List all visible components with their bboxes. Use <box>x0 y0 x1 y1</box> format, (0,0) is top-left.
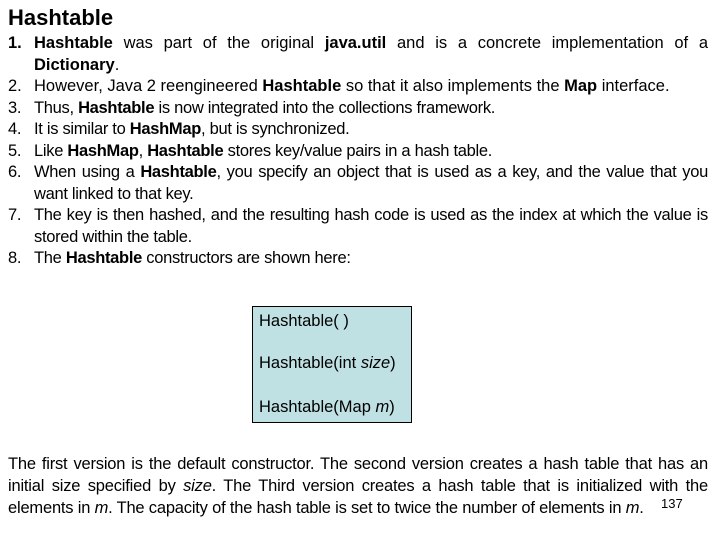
text-run: The key is then hashed, and the resultin… <box>34 206 708 246</box>
item-number: 4. <box>8 120 22 138</box>
text-run: Hashtable(int <box>259 354 361 372</box>
list-item: 2. However, Java 2 reengineered Hashtable… <box>8 76 708 98</box>
text-run: was part of the original <box>112 34 325 52</box>
bold-term: java.util <box>324 34 387 52</box>
item-number: 7. <box>8 206 22 224</box>
item-number: 6. <box>8 163 22 181</box>
item-number: 3. <box>8 98 22 117</box>
text-run: interface. <box>597 77 670 95</box>
item-text: The key is then hashed, and the resultin… <box>34 206 708 246</box>
list-item: 4. It is similar to HashMap, but is synch… <box>8 119 708 141</box>
item-text: When using a Hashtable, you specify an o… <box>34 163 708 203</box>
bold-term: Hashtable <box>65 249 142 267</box>
bullet-list: 1. Hashtable was part of the original jav… <box>8 33 708 270</box>
text-run: ) <box>389 398 395 416</box>
text-run: Hashtable( ) <box>259 312 349 330</box>
text-run: Like <box>34 141 68 160</box>
text-run: Hashtable(Map <box>259 398 376 416</box>
item-text: However, Java 2 reengineered Hashtable s… <box>34 77 670 95</box>
italic-term: m <box>625 498 640 517</box>
italic-term: m <box>375 398 390 416</box>
list-item: 5. Like HashMap, Hashtable stores key/val… <box>8 141 708 163</box>
text-run: constructors are shown here: <box>142 249 351 267</box>
explanation-paragraph: The first version is the default constru… <box>8 453 708 519</box>
item-text: Thus, Hashtable is now integrated into t… <box>34 99 495 117</box>
list-item: 3. Thus, Hashtable is now integrated into… <box>8 98 708 120</box>
text-run: However, Java 2 reengineered <box>34 77 263 95</box>
text-run: The <box>34 249 66 267</box>
page-number: 137 <box>661 496 683 511</box>
italic-term: m <box>94 498 109 517</box>
item-number: 8. <box>8 249 22 267</box>
bold-term: Hashtable <box>34 34 113 52</box>
bold-term: Hashtable <box>147 141 224 160</box>
text-run: When using a <box>34 163 141 181</box>
constructor-signature: Hashtable( ) <box>259 312 349 331</box>
text-run: It is similar to <box>34 120 130 138</box>
bold-term: Hashtable <box>140 163 217 181</box>
list-item: 7. The key is then hashed, and the result… <box>8 205 708 248</box>
text-run: , <box>138 141 148 160</box>
item-number: 2. <box>8 77 22 95</box>
text-run: and is a concrete implementation of a <box>386 34 708 52</box>
list-item: 8. The Hashtable constructors are shown h… <box>8 248 708 270</box>
text-run: , but is synchronized. <box>201 120 350 138</box>
item-text: The Hashtable constructors are shown her… <box>34 249 351 267</box>
item-text: It is similar to HashMap, but is synchro… <box>34 120 350 138</box>
text-run: . <box>114 55 120 74</box>
item-text: Hashtable was part of the original java.… <box>34 34 708 74</box>
text-run: ) <box>390 354 396 372</box>
item-text: Like HashMap, Hashtable stores key/value… <box>34 142 492 160</box>
bold-term: Hashtable <box>78 98 155 117</box>
text-run: . The capacity of the hash table is set … <box>108 498 626 517</box>
text-run: is now integrated into the collections f… <box>154 98 496 117</box>
list-item: 6. When using a Hashtable, you specify an… <box>8 162 708 205</box>
italic-term: size <box>183 476 212 495</box>
constructor-signature: Hashtable(Map m) <box>259 398 395 417</box>
bold-term: Dictionary <box>34 55 115 74</box>
list-item: 1. Hashtable was part of the original jav… <box>8 33 708 76</box>
bold-term: Hashtable <box>262 77 342 95</box>
item-number: 1. <box>8 34 22 52</box>
text-run: . <box>639 498 644 517</box>
text-run: stores key/value pairs in a hash table. <box>223 141 493 160</box>
slide-title: Hashtable <box>8 5 114 30</box>
constructor-signature: Hashtable(int size) <box>259 354 396 373</box>
italic-term: size <box>360 354 391 372</box>
bold-term: HashMap <box>129 120 202 138</box>
item-number: 5. <box>8 141 22 160</box>
bold-term: Map <box>564 77 598 95</box>
constructors-box: Hashtable( ) Hashtable(int size) Hashtab… <box>252 306 412 423</box>
text-run: so that it also implements the <box>341 77 565 95</box>
bold-term: HashMap <box>67 141 139 160</box>
text-run: Thus, <box>34 98 79 117</box>
